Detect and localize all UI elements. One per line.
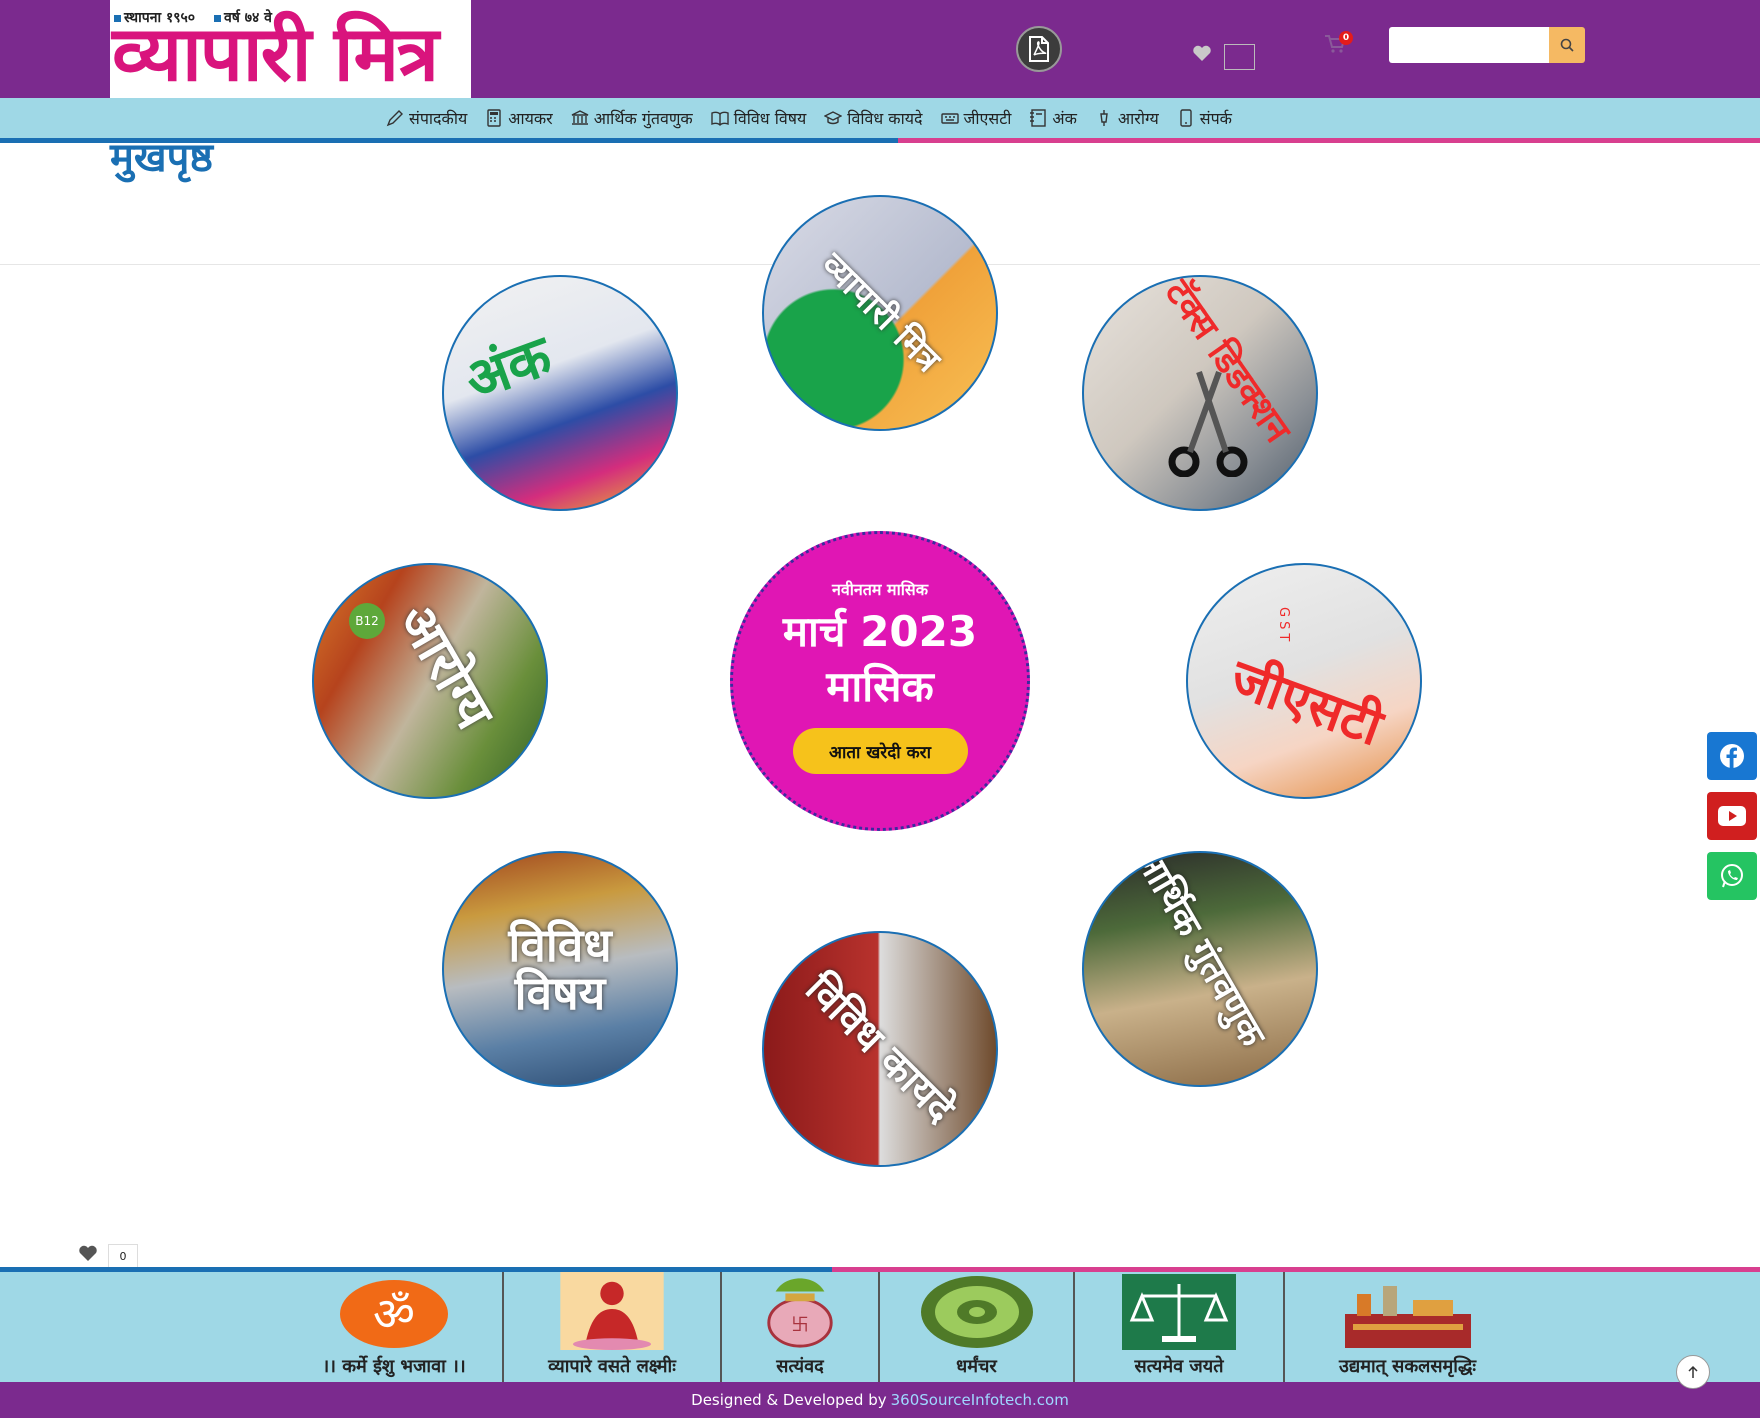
circle-label: अंक	[457, 323, 560, 414]
motto-text: धर्मंचर	[956, 1356, 997, 1377]
book-open-icon	[711, 111, 729, 126]
search-input[interactable]	[1389, 27, 1549, 63]
kalash-icon: 卐	[767, 1278, 833, 1348]
pdf-download-button[interactable]	[1016, 26, 1062, 72]
wishlist-heart-icon[interactable]	[1192, 44, 1212, 66]
circle-arthik-guntavnuk[interactable]: आर्थिक गुंतवणुक	[1082, 851, 1318, 1087]
motto-lakshmi: व्यापारे वसते लक्ष्मीः	[504, 1272, 722, 1382]
circle-vividh-kayde[interactable]: विविध कायदे	[762, 931, 998, 1167]
circle-label: आरोग्य	[385, 594, 504, 740]
main-navigation: संपादकीय आयकर आर्थिक गुंतवणुक विविध विषय विव…	[0, 98, 1760, 138]
facebook-button[interactable]	[1707, 732, 1757, 780]
motto-text: सत्यंवद	[776, 1356, 824, 1377]
nav-item-6[interactable]: अंक	[1029, 107, 1077, 129]
youtube-icon	[1718, 806, 1746, 826]
motto-text: व्यापारे वसते लक्ष्मीः	[548, 1356, 676, 1377]
buy-now-button[interactable]: आता खरेदी करा	[792, 728, 968, 774]
featured-issue[interactable]: नवीनतम मासिक मार्च 2023 मासिक आता खरेदी …	[730, 531, 1030, 831]
motto-satyameva-jayate: सत्यमेव जयते	[1075, 1272, 1285, 1382]
circle-label: विविध कायदे	[796, 965, 964, 1133]
top-header: स्थापना १९५० वर्ष ७४ वे व्यापारी मित्र 0	[0, 0, 1760, 98]
youtube-button[interactable]	[1707, 792, 1757, 840]
nav-item-label: संपादकीय	[409, 109, 468, 128]
bottom-wishlist-count: 0	[108, 1244, 138, 1268]
motto-udyamat: उद्यमात् सकलसमृद्धिः	[1285, 1272, 1530, 1382]
svg-text:ॐ: ॐ	[373, 1287, 415, 1341]
arrow-up-icon	[1688, 1365, 1698, 1378]
phone-icon	[1180, 109, 1192, 127]
gst-small-label: GST	[1276, 607, 1291, 646]
circle-label: व्यापारी मित्र	[812, 245, 948, 381]
nav-item-label: आरोग्य	[1117, 109, 1159, 128]
scroll-to-top-button[interactable]	[1676, 1355, 1710, 1389]
pencil-icon	[386, 110, 403, 127]
pdf-icon	[1029, 36, 1049, 62]
lakshmi-icon	[560, 1272, 664, 1350]
mottos-band: ॐ ।। कर्मे ईशु भजावा ।। व्यापारे वसते लक…	[0, 1272, 1760, 1382]
circle-label: आर्थिक गुंतवणुक	[1125, 851, 1273, 1054]
featured-type: मासिक	[826, 662, 934, 711]
logo-title: व्यापारी मित्र	[112, 9, 439, 98]
motto-text: सत्यमेव जयते	[1134, 1356, 1224, 1377]
circle-vyapari-mitra[interactable]: व्यापारी मित्र	[762, 195, 998, 431]
nav-item-label: आयकर	[508, 109, 553, 128]
motto-text: ।। कर्मे ईशु भजावा ।।	[322, 1356, 466, 1377]
nav-item-label: विविध कायदे	[847, 109, 923, 128]
motto-om: ॐ ।। कर्मे ईशु भजावा ।।	[286, 1272, 504, 1382]
graduation-cap-icon	[824, 111, 843, 125]
whatsapp-icon	[1721, 864, 1743, 888]
circle-ank[interactable]: अंक	[442, 275, 678, 511]
dharma-chakra-icon	[920, 1276, 1033, 1348]
calculator-icon	[487, 109, 501, 127]
bottom-wishlist-heart-icon[interactable]	[78, 1244, 98, 1266]
syringe-icon	[1100, 110, 1108, 126]
nav-item-label: आर्थिक गुंतवणुक	[593, 109, 693, 128]
circle-tax-deduction[interactable]: टॅक्स डिडक्शन	[1082, 275, 1318, 511]
footer-credits: Designed & Developed by 360SourceInfotec…	[0, 1382, 1760, 1418]
search-button[interactable]	[1549, 27, 1585, 63]
b12-badge: B12	[349, 603, 385, 639]
nav-item-1[interactable]: आयकर	[485, 107, 553, 129]
motto-text: उद्यमात् सकलसमृद्धिः	[1339, 1356, 1476, 1377]
circle-label: जीएसटी	[1223, 648, 1390, 759]
keyboard-icon	[940, 113, 959, 124]
circle-vividh-vishay[interactable]: विविध विषय	[442, 851, 678, 1087]
bank-icon	[571, 110, 589, 125]
nav-item-0[interactable]: संपादकीय	[386, 107, 467, 129]
cart-count-badge: 0	[1339, 31, 1353, 45]
circle-gst[interactable]: GST जीएसटी	[1186, 563, 1422, 799]
whatsapp-button[interactable]	[1707, 852, 1757, 900]
nav-item-7[interactable]: आरोग्य	[1095, 107, 1159, 129]
nav-item-4[interactable]: विविध कायदे	[824, 107, 923, 129]
circle-label: विविध विषय	[508, 918, 612, 1020]
factory-icon	[1344, 1286, 1471, 1348]
facebook-icon	[1720, 744, 1744, 768]
scales-icon	[1122, 1274, 1236, 1350]
wishlist-count-box[interactable]	[1224, 44, 1255, 70]
page-title: मुखपृष्ठ	[110, 135, 213, 181]
motto-satyamvad: 卐 सत्यंवद	[722, 1272, 880, 1382]
nav-accent-strip	[0, 138, 1760, 143]
nav-item-5[interactable]: जीएसटी	[940, 107, 1012, 129]
journal-icon	[1030, 109, 1047, 127]
nav-item-label: विविध विषय	[733, 109, 807, 128]
om-icon: ॐ	[340, 1280, 448, 1348]
search-icon	[1560, 38, 1574, 52]
site-logo[interactable]: स्थापना १९५० वर्ष ७४ वे व्यापारी मित्र	[110, 0, 471, 98]
featured-kicker: नवीनतम मासिक	[831, 580, 929, 599]
nav-item-label: संपर्क	[1199, 109, 1232, 128]
circle-aarogya[interactable]: B12 आरोग्य	[312, 563, 548, 799]
developer-link[interactable]: 360SourceInfotech.com	[891, 1391, 1069, 1409]
svg-text:卐: 卐	[791, 1316, 809, 1336]
nav-item-3[interactable]: विविध विषय	[711, 107, 807, 129]
nav-item-2[interactable]: आर्थिक गुंतवणुक	[571, 107, 693, 129]
motto-dharmachar: धर्मंचर	[880, 1272, 1075, 1382]
scissors-icon	[1168, 370, 1248, 477]
nav-item-label: अंक	[1052, 109, 1077, 128]
nav-item-8[interactable]: संपर्क	[1177, 107, 1232, 129]
nav-item-label: जीएसटी	[963, 109, 1012, 128]
credit-text: Designed & Developed by	[691, 1391, 887, 1409]
featured-month: मार्च 2023	[782, 607, 978, 656]
